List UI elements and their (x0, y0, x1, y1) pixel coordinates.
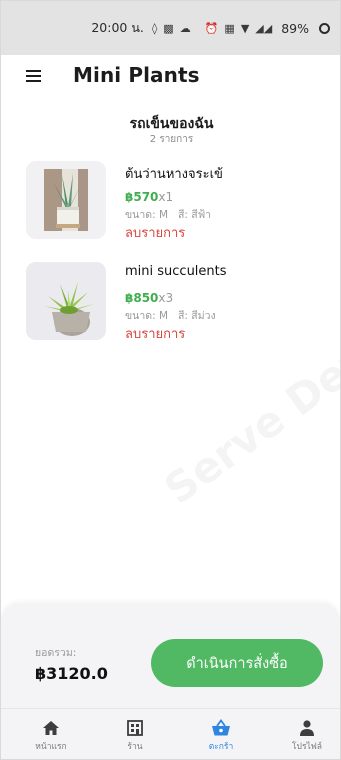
bottom-navigation: หน้าแรก ร้าน ตะกร้า โปรไฟล์ (1, 708, 340, 759)
total-value: ฿3120.0 (35, 664, 108, 683)
location-icon: ◊ (151, 21, 158, 35)
basket-icon (212, 719, 230, 736)
signal-icon: ◢◢ (255, 21, 273, 35)
cart-item-count: 2 รายการ (149, 134, 194, 145)
nav-label: โปรไฟล์ (291, 742, 323, 752)
item-options: ขนาด: M สี: สีม่วง (125, 310, 216, 322)
total-label: ยอดรวม: (35, 647, 77, 659)
item-price: ฿850x3 (125, 291, 173, 305)
status-icons: ◊ ▩ ☁ ⏰ ▦ ▼ ◢◢ 89% (152, 21, 330, 36)
checkout-button[interactable]: ดำเนินการสั่งซื้อ (151, 639, 323, 687)
nav-item-store[interactable]: ร้าน (105, 719, 165, 753)
checkout-panel: ยอดรวม: ฿3120.0 ดำเนินการสั่งซื้อ (1, 604, 340, 708)
item-name: mini succulents (125, 264, 227, 279)
alarm-icon: ⏰ (204, 21, 219, 35)
app-bar: Mini Plants (1, 55, 340, 101)
remove-item-button[interactable]: ลบรายการ (125, 222, 185, 243)
cloud-icon: ☁ (179, 21, 191, 35)
item-name: ต้นว่านหางจระเข้ (125, 167, 223, 182)
app-screen: 20:00 น. ◊ ▩ ☁ ⏰ ▦ ▼ ◢◢ 89% Mini Plants … (0, 0, 341, 760)
store-icon (127, 720, 143, 736)
gallery-icon: ▩ (163, 21, 174, 35)
product-image-aloe (26, 161, 106, 239)
nav-item-profile[interactable]: โปรไฟล์ (277, 719, 337, 753)
price-quantity: x1 (158, 190, 174, 204)
wifi-icon: ▼ (240, 21, 250, 35)
status-bar: 20:00 น. ◊ ▩ ☁ ⏰ ▦ ▼ ◢◢ 89% (1, 1, 340, 55)
app-title: Mini Plants (73, 63, 200, 87)
cart-item: ต้นว่านหางจระเข้ ฿570x1 ขนาด: M สี: สีฟ้… (26, 159, 326, 241)
battery-percent: 89% (281, 20, 309, 36)
vibrate-icon: ▦ (224, 21, 235, 35)
aloe-image (44, 169, 88, 231)
cart-item: mini succulents ฿850x3 ขนาด: M สี: สีม่ว… (26, 260, 326, 342)
succulent-image (26, 262, 106, 340)
nav-label: ร้าน (127, 742, 143, 752)
nav-item-home[interactable]: หน้าแรก (21, 719, 81, 753)
item-options: ขนาด: M สี: สีฟ้า (125, 209, 212, 221)
home-icon (43, 721, 59, 735)
price-value: ฿850 (125, 291, 159, 305)
nav-label: ตะกร้า (208, 742, 234, 752)
remove-item-button[interactable]: ลบรายการ (125, 323, 185, 344)
price-value: ฿570 (125, 190, 159, 204)
product-image-succulent (26, 262, 106, 340)
nav-label: หน้าแรก (35, 742, 67, 752)
hamburger-icon[interactable] (26, 70, 41, 83)
status-time: 20:00 น. (91, 20, 144, 35)
person-icon (300, 720, 314, 736)
item-price: ฿570x1 (125, 190, 173, 204)
battery-icon (319, 22, 330, 34)
nav-item-cart[interactable]: ตะกร้า (191, 719, 251, 753)
price-quantity: x3 (158, 291, 174, 305)
